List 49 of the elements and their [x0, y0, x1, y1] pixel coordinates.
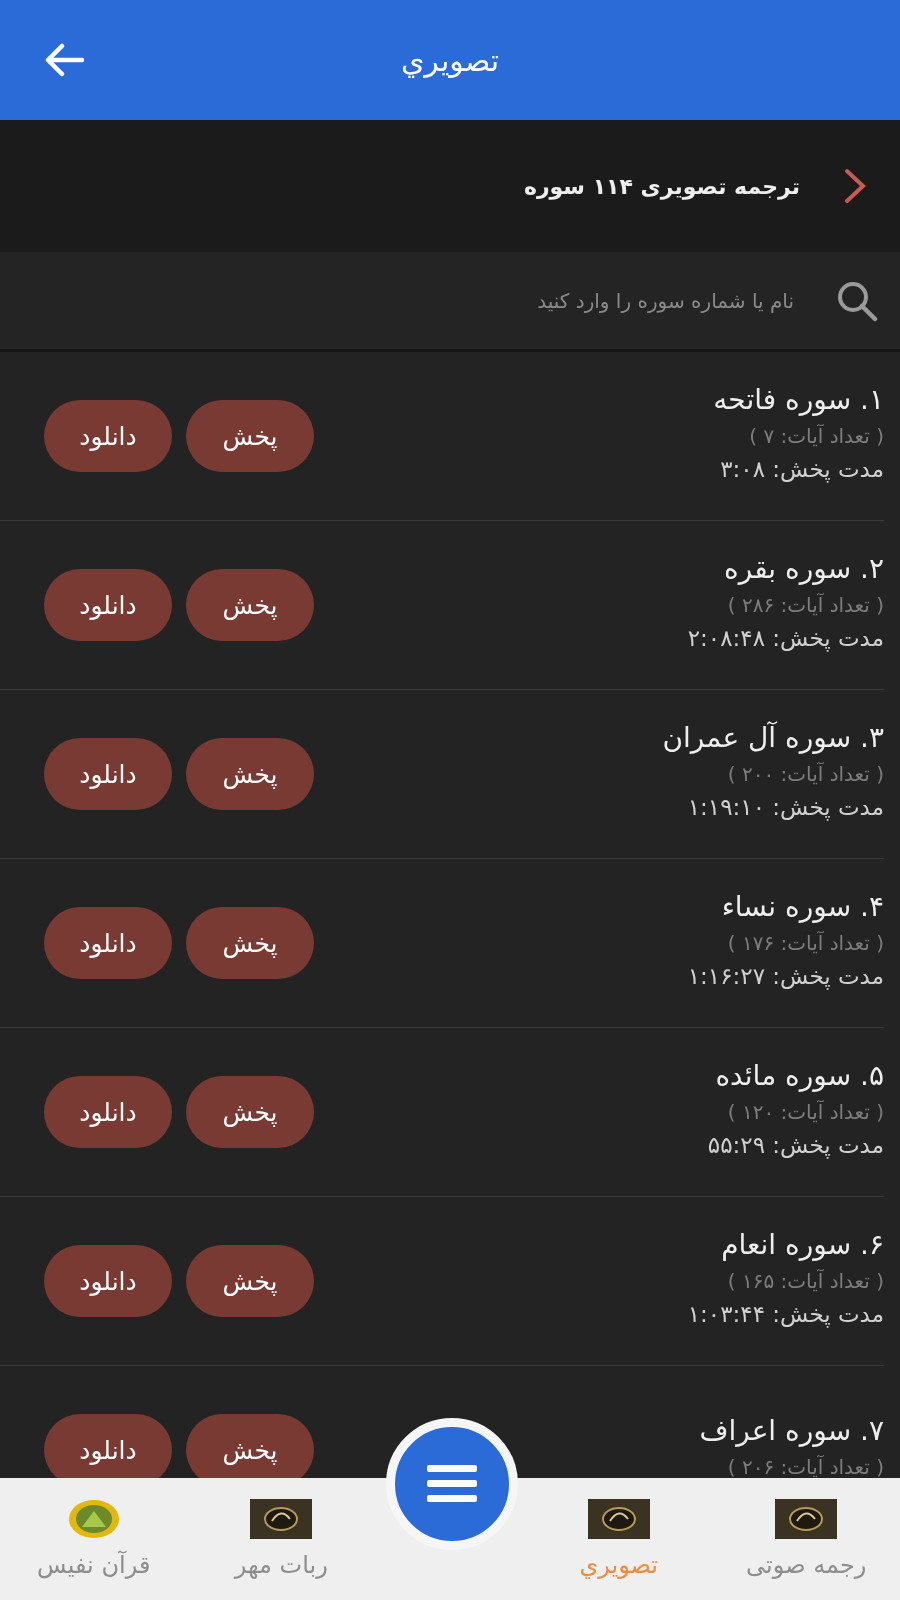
- back-arrow-icon: [44, 43, 84, 77]
- play-button[interactable]: پخش: [186, 907, 314, 979]
- surah-title: ۵. سوره مائده: [715, 1058, 884, 1092]
- emblem-icon: [67, 1499, 120, 1539]
- play-button[interactable]: پخش: [186, 738, 314, 810]
- verse-count: ( تعداد آیات: ۲۰۶ ): [727, 1454, 884, 1478]
- surah-title: ۲. سوره بقره: [724, 551, 884, 585]
- nav-label: ربات مهر: [234, 1551, 328, 1579]
- play-button[interactable]: پخش: [186, 1414, 314, 1478]
- verse-count: ( تعداد آیات: ۷ ): [749, 423, 884, 448]
- download-button[interactable]: دانلود: [44, 738, 172, 810]
- screen-title: تصويري: [400, 42, 500, 78]
- surah-title: ۴. سوره نساء: [721, 889, 884, 923]
- play-duration: مدت پخش: ۲:۰۸:۴۸: [687, 624, 884, 651]
- download-button[interactable]: دانلود: [44, 1245, 172, 1317]
- surah-title: ۶. سوره انعام: [721, 1227, 884, 1261]
- download-button[interactable]: دانلود: [44, 1076, 172, 1148]
- verse-count: ( تعداد آیات: ۱۶۵ ): [727, 1268, 884, 1293]
- verse-count: ( تعداد آیات: ۲۰۰ ): [727, 761, 884, 786]
- verse-count: ( تعداد آیات: ۱۲۰ ): [727, 1099, 884, 1124]
- search-icon: [836, 279, 878, 322]
- play-button[interactable]: پخش: [186, 400, 314, 472]
- banner-text: ترجمه تصویری ۱۱۴ سوره: [523, 173, 800, 199]
- play-duration: مدت پخش: ۵۵:۲۹: [707, 1131, 884, 1158]
- surah-title: ۱. سوره فاتحه: [713, 382, 884, 416]
- play-button[interactable]: پخش: [186, 1076, 314, 1148]
- calligraphy-icon: [250, 1499, 313, 1539]
- download-button[interactable]: دانلود: [44, 907, 172, 979]
- surah-title: ۳. سوره آل عمران: [662, 720, 884, 754]
- download-button[interactable]: دانلود: [44, 400, 172, 472]
- download-button[interactable]: دانلود: [44, 569, 172, 641]
- calligraphy-icon: [587, 1499, 650, 1539]
- nav-label: رجمه صوتی: [746, 1551, 867, 1579]
- nav-label: قرآن نفیس: [37, 1551, 151, 1579]
- nav-label: تصويري: [579, 1551, 659, 1579]
- calligraphy-icon: [775, 1499, 838, 1539]
- menu-icon: [427, 1465, 477, 1503]
- verse-count: ( تعداد آیات: ۲۸۶ ): [727, 592, 884, 617]
- verse-count: ( تعداد آیات: ۱۷۶ ): [727, 930, 884, 955]
- download-button[interactable]: دانلود: [44, 1414, 172, 1478]
- play-duration: مدت پخش: ۱:۱۹:۱۰: [687, 793, 884, 820]
- play-button[interactable]: پخش: [186, 569, 314, 641]
- search-field[interactable]: نام یا شماره سوره را وارد کنید: [20, 287, 796, 314]
- play-button[interactable]: پخش: [186, 1245, 314, 1317]
- play-duration: مدت پخش: ۱:۱۶:۲۷: [687, 962, 884, 989]
- chevron-icon[interactable]: [844, 168, 866, 204]
- surah-title: ۷. سوره اعراف: [699, 1413, 884, 1447]
- play-duration: مدت پخش: ۳:۰۸: [720, 455, 884, 482]
- play-duration: مدت پخش: ۱:۰۳:۴۴: [687, 1300, 884, 1327]
